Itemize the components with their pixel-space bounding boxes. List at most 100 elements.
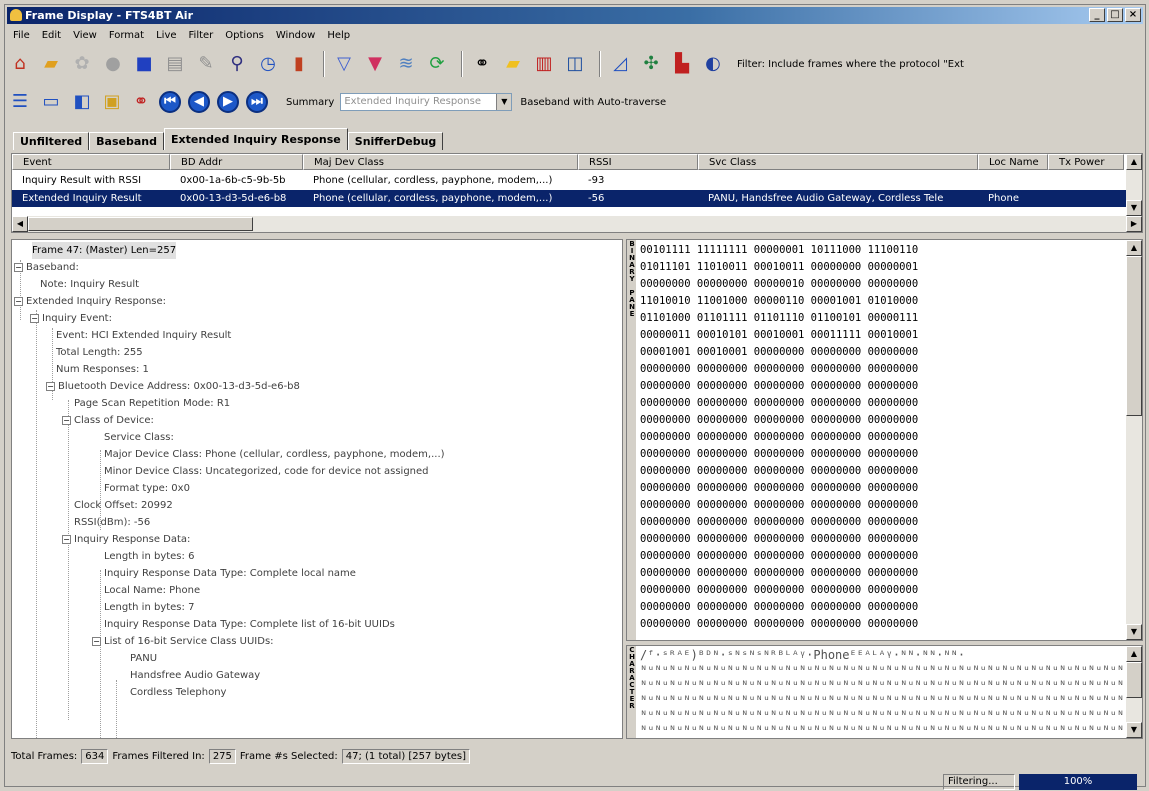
- note-icon[interactable]: ▰: [500, 51, 526, 77]
- character-pane[interactable]: CHARACTER /ᶠ·ˢᴿᴬᴱ)ᴮᴰᴺ·ˢᴺˢᴺˢᴺᴿᴮᴸᴬᵞ·Phoneᴱ…: [626, 645, 1143, 739]
- first-frame-icon[interactable]: ⏮: [158, 89, 182, 115]
- column-header-svc-class[interactable]: Svc Class: [698, 154, 978, 170]
- menu-help[interactable]: Help: [321, 27, 356, 45]
- scroll-thumb[interactable]: [1126, 256, 1142, 416]
- tree-node[interactable]: Inquiry Response Data Type: Complete loc…: [104, 565, 356, 582]
- scroll-up-icon[interactable]: ▲: [1126, 646, 1142, 662]
- tree-node[interactable]: Note: Inquiry Result: [40, 276, 139, 293]
- menu-options[interactable]: Options: [219, 27, 270, 45]
- lock-icon[interactable]: ▣: [100, 89, 124, 115]
- home-icon[interactable]: ⌂: [7, 51, 33, 77]
- maximize-button[interactable]: □: [1107, 8, 1123, 22]
- table-row[interactable]: Inquiry Result with RSSI 0x00-1a-6b-c5-9…: [12, 172, 1127, 189]
- collapse-icon[interactable]: −: [62, 534, 71, 544]
- scroll-left-icon[interactable]: ◀: [12, 216, 28, 232]
- collapse-icon[interactable]: −: [92, 636, 101, 646]
- grid-horizontal-scrollbar[interactable]: ◀ ▶: [12, 216, 1142, 232]
- binary-pane[interactable]: BINARY PANE 00101111 11111111 00000001 1…: [626, 239, 1143, 641]
- tree-node[interactable]: Service Class:: [104, 429, 174, 446]
- binoculars-arrow-icon[interactable]: ⚭: [129, 89, 153, 115]
- tree-node[interactable]: PANU: [130, 650, 157, 667]
- character-vertical-scrollbar[interactable]: ▲ ▼: [1126, 646, 1142, 738]
- split-view-icon[interactable]: ◧: [69, 89, 95, 115]
- tree-node[interactable]: Total Length: 255: [56, 344, 143, 361]
- column-header-maj-dev-class[interactable]: Maj Dev Class: [303, 154, 578, 170]
- chevron-down-icon[interactable]: ▼: [496, 94, 512, 110]
- filter-red-icon[interactable]: ▼: [362, 51, 388, 77]
- find-icon[interactable]: ⚲: [224, 51, 250, 77]
- binoculars-icon[interactable]: ⚭: [469, 51, 495, 77]
- column-header-loc-name[interactable]: Loc Name: [978, 154, 1048, 170]
- tree-node[interactable]: Local Name: Phone: [104, 582, 200, 599]
- collapse-icon[interactable]: −: [14, 262, 23, 272]
- tree-node[interactable]: Handsfree Audio Gateway: [130, 667, 260, 684]
- list-view-icon[interactable]: ☰: [7, 89, 33, 115]
- next-frame-icon[interactable]: ▶: [216, 89, 240, 115]
- open-book-icon[interactable]: ◫: [562, 51, 588, 77]
- tree-node[interactable]: Page Scan Repetition Mode: R1: [74, 395, 230, 412]
- menu-view[interactable]: View: [67, 27, 103, 45]
- tree-node[interactable]: Length in bytes: 7: [104, 599, 194, 616]
- tree-node[interactable]: Minor Device Class: Uncategorized, code …: [104, 463, 429, 480]
- table-row-selected[interactable]: Extended Inquiry Result 0x00-13-d3-5d-e6…: [12, 190, 1127, 207]
- tree-node-bd-address[interactable]: − Bluetooth Device Address: 0x00-13-d3-5d…: [46, 378, 300, 395]
- decode-tree-pane[interactable]: Frame 47: (Master) Len=257 − Baseband: No…: [11, 239, 623, 739]
- tab-baseband[interactable]: Baseband: [89, 132, 164, 150]
- column-header-tx-power[interactable]: Tx Power: [1048, 154, 1124, 170]
- title-bar[interactable]: Frame Display - FTS4BT Air _ □ ×: [7, 7, 1143, 24]
- refresh-icon[interactable]: ⟳: [424, 51, 450, 77]
- graph-icon[interactable]: ◿: [607, 51, 633, 77]
- tree-node[interactable]: Format type: 0x0: [104, 480, 190, 497]
- tab-snifferdebug[interactable]: SnifferDebug: [347, 132, 444, 150]
- tree-node-frame[interactable]: Frame 47: (Master) Len=257: [32, 242, 177, 259]
- column-header-event[interactable]: Event: [12, 154, 170, 170]
- tree-node[interactable]: Clock Offset: 20992: [74, 497, 173, 514]
- tree-node-extended-inquiry-response[interactable]: − Extended Inquiry Response:: [14, 293, 166, 310]
- tree-node[interactable]: Cordless Telephony: [130, 684, 226, 701]
- stop-icon[interactable]: ■: [131, 51, 157, 77]
- tree-node-inquiry-response-data[interactable]: − Inquiry Response Data:: [62, 531, 190, 548]
- menu-edit[interactable]: Edit: [36, 27, 67, 45]
- scroll-up-icon[interactable]: ▲: [1126, 154, 1142, 170]
- tree-node[interactable]: Num Responses: 1: [56, 361, 149, 378]
- tree-node[interactable]: Event: HCI Extended Inquiry Result: [56, 327, 231, 344]
- scroll-down-icon[interactable]: ▼: [1126, 722, 1142, 738]
- tree-node[interactable]: Major Device Class: Phone (cellular, cor…: [104, 446, 445, 463]
- tree-node[interactable]: Inquiry Response Data Type: Complete lis…: [104, 616, 395, 633]
- tree-node-inquiry-event[interactable]: − Inquiry Event:: [30, 310, 112, 327]
- tab-unfiltered[interactable]: Unfiltered: [13, 132, 90, 150]
- menu-filter[interactable]: Filter: [183, 27, 220, 45]
- column-header-rssi[interactable]: RSSI: [578, 154, 698, 170]
- scroll-up-icon[interactable]: ▲: [1126, 240, 1142, 256]
- network-icon[interactable]: ✣: [638, 51, 664, 77]
- window-view-icon[interactable]: ▭: [38, 89, 64, 115]
- edit-icon[interactable]: ✎: [193, 51, 219, 77]
- column-header-bd-addr[interactable]: BD Addr: [170, 154, 303, 170]
- save-icon[interactable]: ▤: [162, 51, 188, 77]
- scroll-right-icon[interactable]: ▶: [1126, 216, 1142, 232]
- filter-icon[interactable]: ▽: [331, 51, 357, 77]
- book-icon[interactable]: ▥: [531, 51, 557, 77]
- collapse-icon[interactable]: −: [46, 381, 55, 391]
- layers-icon[interactable]: ≋: [393, 51, 419, 77]
- tree-node-uuid-list[interactable]: − List of 16-bit Service Class UUIDs:: [92, 633, 274, 650]
- tree-node[interactable]: RSSI(dBm): -56: [74, 514, 150, 531]
- scroll-down-icon[interactable]: ▼: [1126, 200, 1142, 216]
- tree-node-baseband[interactable]: − Baseband:: [14, 259, 79, 276]
- record-icon[interactable]: ●: [100, 51, 126, 77]
- previous-frame-icon[interactable]: ◀: [187, 89, 211, 115]
- menu-live[interactable]: Live: [150, 27, 182, 45]
- menu-format[interactable]: Format: [103, 27, 150, 45]
- grid-vertical-scrollbar[interactable]: ▲ ▼: [1126, 154, 1142, 216]
- last-frame-icon[interactable]: ⏭: [245, 89, 269, 115]
- minimize-button[interactable]: _: [1089, 8, 1105, 22]
- binary-vertical-scrollbar[interactable]: ▲ ▼: [1126, 240, 1142, 640]
- settings-icon[interactable]: ✿: [69, 51, 95, 77]
- scroll-thumb[interactable]: [1126, 662, 1142, 698]
- scroll-thumb[interactable]: [28, 217, 253, 231]
- open-folder-icon[interactable]: ▰: [38, 51, 64, 77]
- tab-extended-inquiry-response[interactable]: Extended Inquiry Response: [164, 128, 348, 150]
- menu-file[interactable]: File: [7, 27, 36, 45]
- bar-chart-icon[interactable]: ▙: [669, 51, 695, 77]
- bookmark-icon[interactable]: ▮: [286, 51, 312, 77]
